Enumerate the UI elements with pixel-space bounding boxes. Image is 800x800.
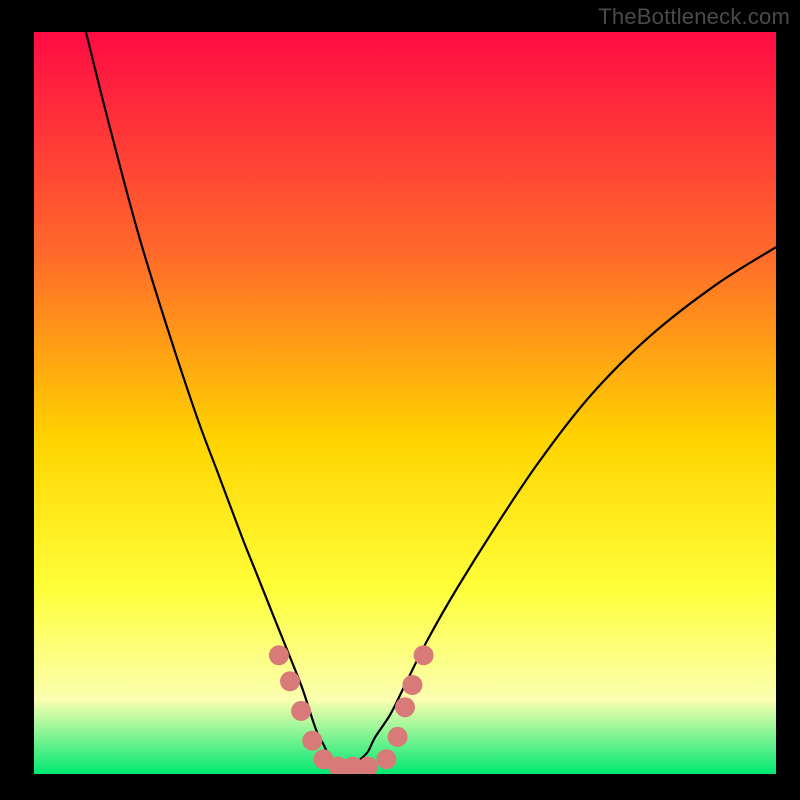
marker-dot	[269, 645, 289, 665]
marker-dot	[376, 749, 396, 769]
marker-dot	[388, 727, 408, 747]
gradient-bg	[34, 32, 776, 774]
marker-dot	[302, 731, 322, 751]
marker-dot	[414, 645, 434, 665]
chart-svg	[34, 32, 776, 774]
outer-frame: TheBottleneck.com	[0, 0, 800, 800]
marker-dot	[291, 701, 311, 721]
marker-dot	[395, 697, 415, 717]
plot-area	[34, 32, 776, 774]
marker-dot	[402, 675, 422, 695]
marker-dot	[280, 671, 300, 691]
watermark-text: TheBottleneck.com	[598, 4, 790, 30]
